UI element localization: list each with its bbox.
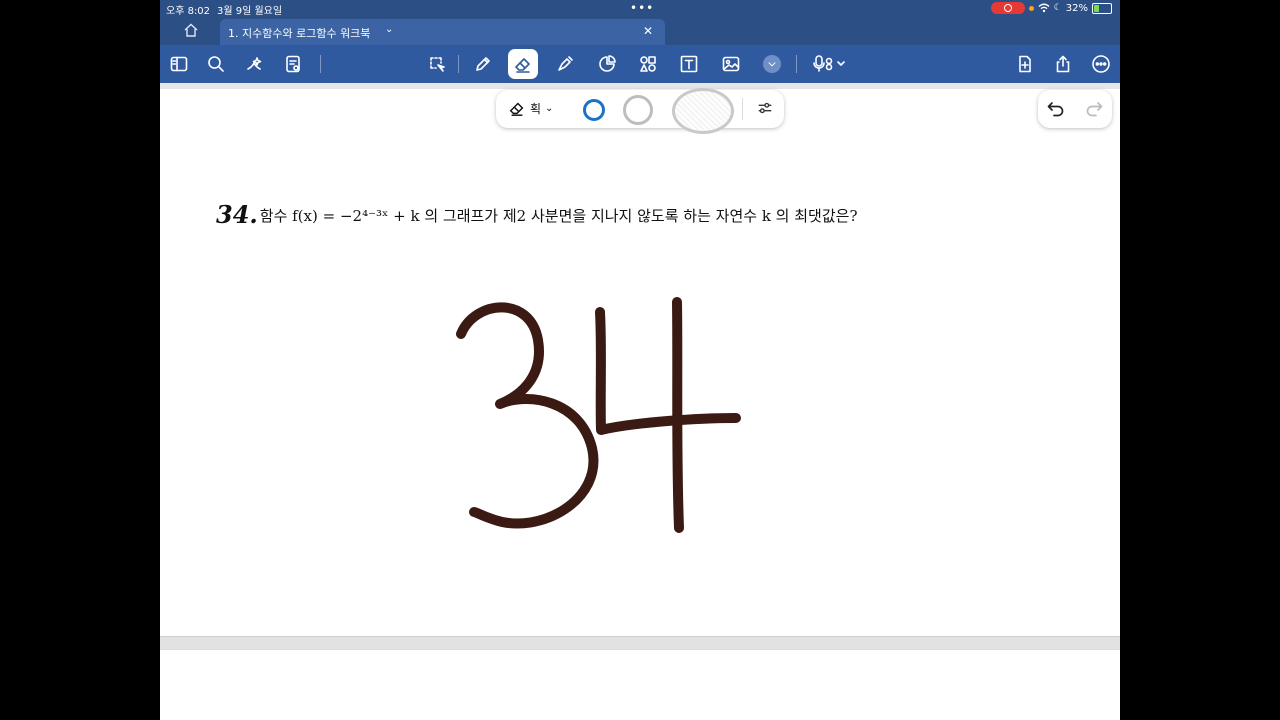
app-screen: 오후 8:02 3월 9일 월요일 ••• ☾ 32% 1. 지수함수와 로그함… [160,0,1120,720]
ink-stroke-4-left [595,307,741,435]
ink-stroke-3 [456,302,599,529]
handwritten-answer [456,297,741,533]
page-break [160,636,1120,650]
ink-stroke-4-right [672,297,684,533]
